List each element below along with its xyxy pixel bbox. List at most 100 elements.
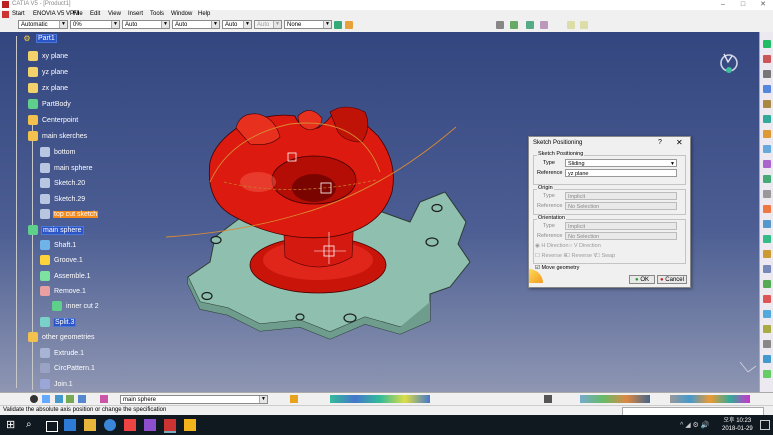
tool-icon[interactable] [763,70,771,78]
tool-icon[interactable] [763,205,771,213]
tool-icon[interactable] [763,235,771,243]
tool-icon[interactable] [763,220,771,228]
frame-2-icon[interactable] [580,21,588,29]
tree-node[interactable]: Sketch.29 [40,193,86,205]
tool-icon[interactable] [763,85,771,93]
tree-node[interactable]: CircPattern.1 [40,362,96,374]
menu-window[interactable]: Window [168,10,195,19]
move-geometry-checkbox[interactable]: ☑ Move geometry [535,265,579,271]
task-view-icon[interactable] [46,421,58,432]
tools-toolbar-icons[interactable] [580,395,650,403]
layer-select[interactable]: None ▼ [284,20,332,29]
format-painter-icon[interactable] [334,21,342,29]
view-icon[interactable] [30,395,38,403]
tool-icon[interactable] [763,175,771,183]
tool-icon[interactable] [763,145,771,153]
tool-icon[interactable] [763,340,771,348]
reference-field[interactable]: yz plane [565,169,677,177]
current-body-select[interactable]: main sphere ▼ [120,395,268,404]
autocad-icon[interactable] [124,419,136,431]
tool-icon[interactable] [763,100,771,108]
menu-tools[interactable]: Tools [147,10,167,19]
clock[interactable]: 오후 10:23 2018-01-29 [722,417,753,433]
dialog-close-button[interactable]: ✕ [676,138,683,147]
tool-icon[interactable] [763,115,771,123]
search-icon[interactable]: ⌕ [26,419,38,431]
tool-icon[interactable] [763,160,771,168]
tree-node[interactable]: Sketch.20 [40,177,86,189]
tree-node[interactable]: inner cut 2 [52,300,100,312]
point-type-select[interactable]: Auto ▼ [222,20,252,29]
tree-node[interactable]: xy plane [28,50,69,62]
maximize-button[interactable]: □ [733,0,753,10]
menu-insert[interactable]: Insert [125,10,146,19]
analysis-icon[interactable] [544,395,552,403]
notifications-icon[interactable] [760,420,770,430]
menu-start[interactable]: Start [9,10,28,19]
kakaotalk-icon[interactable] [184,419,196,431]
tool-icon[interactable] [763,325,771,333]
tree-node[interactable]: Extrude.1 [40,347,85,359]
transparency-select[interactable]: 0% ▼ [70,20,120,29]
tree-node[interactable]: yz plane [28,66,69,78]
split-icon[interactable] [66,395,74,403]
edge-icon[interactable] [64,419,76,431]
fly-icon[interactable] [42,395,50,403]
color-select[interactable]: Automatic ▼ [18,20,68,29]
tool-icon[interactable] [763,310,771,318]
system-tray-icons[interactable]: ^ ◢ ⚙ 🔊 [680,421,710,429]
tool-icon[interactable] [763,55,771,63]
tool-icon[interactable] [763,355,771,363]
tool-icon[interactable] [763,265,771,273]
line-thickness-select[interactable]: Auto ▼ [122,20,170,29]
tree-node[interactable]: main sphere [40,162,94,174]
axis-icon[interactable] [78,395,86,403]
minimize-button[interactable]: – [713,0,733,10]
app-icon[interactable] [144,419,156,431]
menu-file[interactable]: File [70,10,86,19]
define-work-object-icon[interactable] [100,395,108,403]
menu-help[interactable]: Help [195,10,213,19]
close-button[interactable]: ✕ [753,0,773,10]
view-toolbar-icons[interactable] [330,395,430,403]
tree-node[interactable]: main skerches [28,130,88,142]
line-type-select[interactable]: Auto ▼ [172,20,220,29]
ok-button[interactable]: ● OK [629,275,655,284]
eraser-icon[interactable] [540,21,548,29]
tree-node[interactable]: top cut sketch [40,208,99,220]
sketch-tool-icon[interactable] [496,21,504,29]
misc-toolbar-icons[interactable] [670,395,750,403]
tool-icon[interactable] [763,190,771,198]
line-tool-icon[interactable] [510,21,518,29]
tree-node[interactable]: Join.1 [40,378,74,390]
compass-icon[interactable] [720,53,738,73]
properties-icon[interactable] [345,21,353,29]
catia-taskbar-icon[interactable] [164,419,176,433]
tree-node[interactable]: main sphere [28,224,84,236]
menu-edit[interactable]: Edit [87,10,103,19]
tree-node[interactable]: bottom [40,146,76,158]
tool-icon[interactable] [763,40,771,48]
sketcher-icon[interactable] [290,395,298,403]
cancel-button[interactable]: ● Cancel [657,275,687,284]
tree-node[interactable]: Assemble.1 [40,270,92,282]
tool-icon[interactable] [763,280,771,288]
tree-node[interactable]: Shaft.1 [40,239,77,251]
tree-node[interactable]: Groove.1 [40,254,84,266]
explorer-icon[interactable] [84,419,96,431]
curve-tool-icon[interactable] [526,21,534,29]
windows-start-icon[interactable]: ⊞ [6,419,18,431]
type-select[interactable]: Sliding ▼ [565,159,677,167]
frame-icon[interactable] [567,21,575,29]
help-button[interactable]: ? [658,139,662,146]
tool-icon[interactable] [763,370,771,378]
tree-node[interactable]: PartBody [28,98,72,110]
tool-icon[interactable] [763,130,771,138]
tool-icon[interactable] [763,250,771,258]
tree-node[interactable]: Remove.1 [40,285,87,297]
tree-node[interactable]: zx plane [28,82,69,94]
chrome-icon[interactable] [104,419,116,431]
tree-node[interactable]: Centerpoint [28,114,79,126]
tool-icon[interactable] [763,295,771,303]
tree-node[interactable]: Split.3 [40,316,77,328]
